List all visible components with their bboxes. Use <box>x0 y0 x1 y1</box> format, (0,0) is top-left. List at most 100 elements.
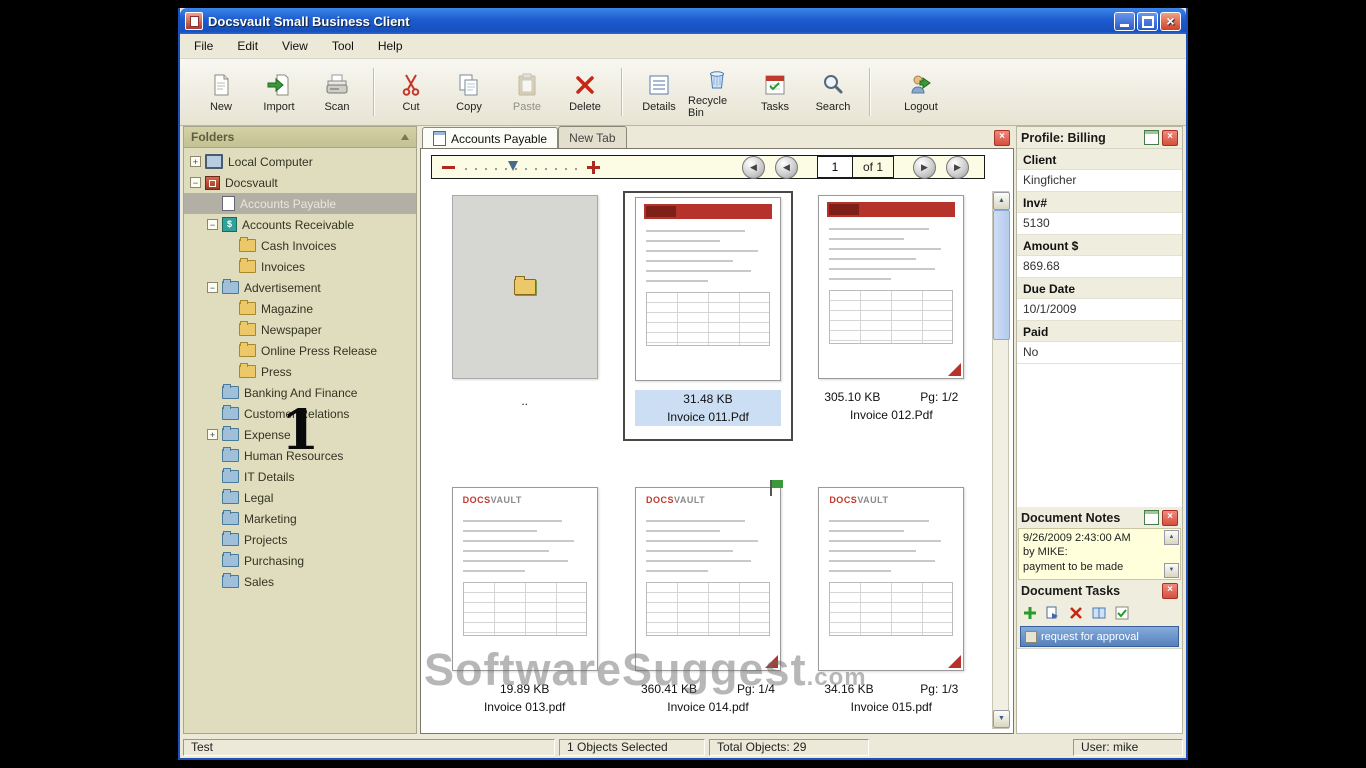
folder-icon <box>239 365 256 378</box>
vertical-scrollbar[interactable]: ▲ ▼ <box>992 191 1009 729</box>
cat-icon <box>222 449 239 462</box>
folder-tree-item-magazine[interactable]: Magazine <box>184 298 416 319</box>
cut-button[interactable]: Cut <box>382 68 440 117</box>
details-list-icon <box>646 72 672 98</box>
close-tab-icon[interactable] <box>994 130 1010 146</box>
last-page-button[interactable]: ▶ <box>946 156 969 179</box>
status-total-objects: Total Objects: 29 <box>709 739 869 756</box>
folder-tree-item-projects[interactable]: Projects <box>184 529 416 550</box>
folder-tree-item-banking-and-finance[interactable]: Banking And Finance <box>184 382 416 403</box>
scan-button[interactable]: Scan <box>308 68 366 117</box>
tab-new-tab[interactable]: New Tab <box>558 126 626 148</box>
folder-label: Expense <box>244 428 291 442</box>
logout-button[interactable]: Logout <box>892 68 950 117</box>
zoom-slider[interactable] <box>465 161 577 173</box>
assign-task-icon[interactable] <box>1046 606 1060 620</box>
tasks-empty-area <box>1017 648 1182 733</box>
add-task-icon[interactable] <box>1023 606 1037 620</box>
folder-tree-item-customer-relations[interactable]: Customer Relations <box>184 403 416 424</box>
previous-page-button[interactable]: ◀ <box>775 156 798 179</box>
add-note-icon[interactable] <box>1144 510 1159 525</box>
details-button[interactable]: Details <box>630 68 688 117</box>
menu-help[interactable]: Help <box>374 37 407 55</box>
folder-tree-item-purchasing[interactable]: Purchasing <box>184 550 416 571</box>
profile-field-value[interactable]: No <box>1017 341 1182 364</box>
thumbnail-page-preview[interactable]: DOCSVAULT <box>452 487 598 671</box>
close-profile-icon[interactable] <box>1162 130 1178 146</box>
document-thumbnail[interactable]: DOCSVAULT34.16 KBPg: 1/3Invoice 015.pdf <box>814 483 968 729</box>
thumbnail-page-preview[interactable] <box>818 195 964 379</box>
expand-toggle-icon[interactable]: − <box>207 219 218 230</box>
folder-tree-item-press[interactable]: Press <box>184 361 416 382</box>
folder-tree-item-invoices[interactable]: Invoices <box>184 256 416 277</box>
expand-toggle-icon[interactable]: − <box>207 282 218 293</box>
folder-tree-item-docsvault[interactable]: −Docsvault <box>184 172 416 193</box>
folder-tree-item-newspaper[interactable]: Newspaper <box>184 319 416 340</box>
profile-edit-icon[interactable] <box>1144 130 1159 145</box>
folder-tree-item-online-press-release[interactable]: Online Press Release <box>184 340 416 361</box>
complete-task-icon[interactable] <box>1115 606 1129 620</box>
scroll-up-icon[interactable]: ▲ <box>993 192 1010 210</box>
document-thumbnail[interactable]: .. <box>448 191 602 441</box>
folder-tree-item-expense[interactable]: + Expense <box>184 424 416 445</box>
document-thumbnail[interactable]: 305.10 KBPg: 1/2Invoice 012.Pdf <box>814 191 968 441</box>
expand-toggle-icon[interactable]: + <box>190 156 201 167</box>
first-page-button[interactable]: ◀ <box>742 156 765 179</box>
folder-tree-item-it-details[interactable]: IT Details <box>184 466 416 487</box>
menu-file[interactable]: File <box>190 37 217 55</box>
document-thumbnail[interactable]: DOCSVAULT360.41 KBPg: 1/4Invoice 014.pdf <box>631 483 785 729</box>
paste-button[interactable]: Paste <box>498 68 556 117</box>
zoom-slider-thumb[interactable] <box>508 161 518 171</box>
maximize-button[interactable] <box>1137 12 1158 31</box>
close-tasks-icon[interactable] <box>1162 583 1178 599</box>
collapse-panel-icon[interactable] <box>401 134 409 140</box>
document-thumbnail[interactable]: 31.48 KBInvoice 011.Pdf <box>623 191 793 441</box>
profile-field-value[interactable]: 869.68 <box>1017 255 1182 278</box>
scrollbar-thumb[interactable] <box>993 210 1010 340</box>
menu-tool[interactable]: Tool <box>328 37 358 55</box>
task-item[interactable]: request for approval <box>1020 626 1179 647</box>
new-button[interactable]: New <box>192 68 250 117</box>
delete-button[interactable]: Delete <box>556 68 614 117</box>
folder-tree-item-accounts-receivable[interactable]: −Accounts Receivable <box>184 214 416 235</box>
profile-field-label: Paid <box>1017 321 1182 341</box>
notes-scroll-down-icon[interactable]: ▼ <box>1164 563 1179 578</box>
tasks-button[interactable]: Tasks <box>746 68 804 117</box>
expand-toggle-icon[interactable]: − <box>190 177 201 188</box>
scroll-down-icon[interactable]: ▼ <box>993 710 1010 728</box>
search-button[interactable]: Search <box>804 68 862 117</box>
close-button[interactable] <box>1160 12 1181 31</box>
profile-field-value[interactable]: 5130 <box>1017 212 1182 235</box>
folder-tree-item-human-resources[interactable]: Human Resources <box>184 445 416 466</box>
folder-tree-item-cash-invoices[interactable]: Cash Invoices <box>184 235 416 256</box>
folder-tree-item-accounts-payable[interactable]: Accounts Payable <box>184 193 416 214</box>
zoom-in-icon[interactable] <box>587 161 600 174</box>
task-history-icon[interactable] <box>1092 606 1106 620</box>
folder-tree-item-marketing[interactable]: Marketing <box>184 508 416 529</box>
thumbnail-page-preview[interactable]: DOCSVAULT <box>635 487 781 671</box>
folder-tree-item-local-computer[interactable]: +Local Computer <box>184 151 416 172</box>
profile-field-value[interactable]: Kingficher <box>1017 169 1182 192</box>
thumbnail-page-preview[interactable] <box>452 195 598 379</box>
page-number-input[interactable] <box>818 157 853 177</box>
folder-tree-item-advertisement[interactable]: −Advertisement <box>184 277 416 298</box>
tab-accounts-payable[interactable]: Accounts Payable <box>422 127 558 148</box>
minimize-button[interactable] <box>1114 12 1135 31</box>
close-notes-icon[interactable] <box>1162 510 1178 526</box>
next-page-button[interactable]: ▶ <box>913 156 936 179</box>
document-thumbnail[interactable]: DOCSVAULT19.89 KBInvoice 013.pdf <box>448 483 602 729</box>
import-button[interactable]: Import <box>250 68 308 117</box>
menu-view[interactable]: View <box>278 37 312 55</box>
folder-tree-item-sales[interactable]: Sales <box>184 571 416 592</box>
expand-toggle-icon[interactable]: + <box>207 429 218 440</box>
folder-tree-item-legal[interactable]: Legal <box>184 487 416 508</box>
thumbnail-page-preview[interactable]: DOCSVAULT <box>818 487 964 671</box>
menu-edit[interactable]: Edit <box>233 37 262 55</box>
notes-scroll-up-icon[interactable]: ▲ <box>1164 530 1179 545</box>
profile-field-value[interactable]: 10/1/2009 <box>1017 298 1182 321</box>
delete-task-icon[interactable] <box>1069 606 1083 620</box>
zoom-out-icon[interactable] <box>442 166 455 169</box>
thumbnail-page-preview[interactable] <box>635 197 781 381</box>
copy-button[interactable]: Copy <box>440 68 498 117</box>
recycle-bin-button[interactable]: Recycle Bin <box>688 62 746 123</box>
